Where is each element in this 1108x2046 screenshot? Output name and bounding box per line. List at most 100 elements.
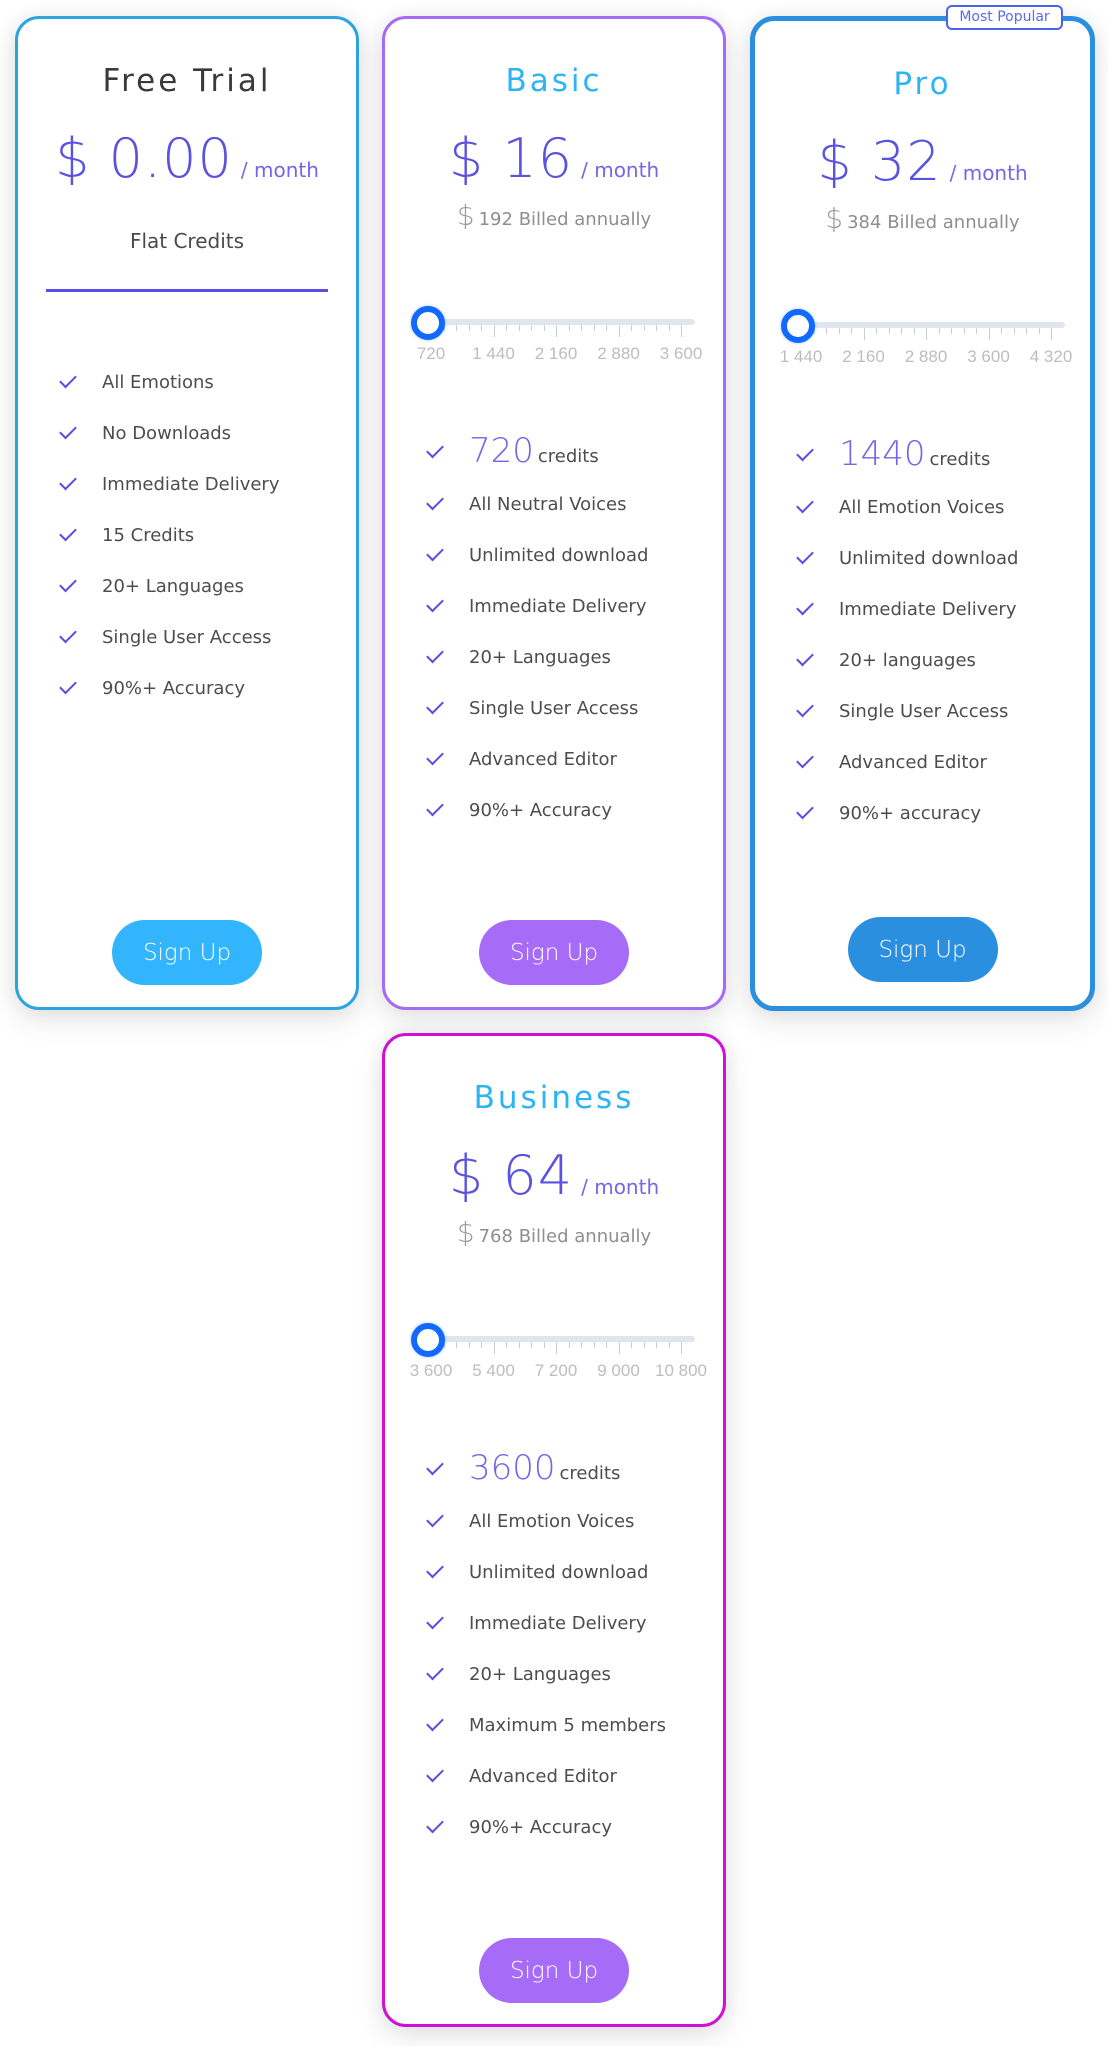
credits-value: 3600 [469,1448,556,1488]
slider-tick [493,325,495,337]
slider-label: 1 440 [779,347,823,366]
slider-tick [976,328,977,334]
slider-tick [681,325,682,337]
price-amount: $ 32 [817,130,942,193]
slider-tick [851,328,852,334]
credits-slider[interactable]: 1 440 2 160 2 880 3 600 4 320 [779,309,1073,379]
slider-tick [493,1342,495,1354]
feature-item: 90%+ accuracy [793,788,1080,839]
plan-card-pro: Pro $ 32 / month $384 Billed annually 1 4… [750,16,1095,1011]
check-icon [796,801,814,820]
sign-up-button[interactable]: Sign Up [847,917,998,982]
billed-annually: $768 Billed annually [456,1216,652,1249]
feature-item: All Emotion Voices [793,482,1080,533]
feature-item: 90%+ Accuracy [423,785,713,836]
feature-item: All Emotion Voices [423,1496,713,1547]
slider-label: 1 440 [472,344,515,363]
feature-item: 20+ Languages [423,632,713,683]
slider-thumb[interactable] [411,306,445,340]
slider-tick [656,1342,657,1348]
sign-up-button[interactable]: Sign Up [479,1938,629,2003]
feature-item: No Downloads [56,408,346,459]
slider-tick [543,325,545,331]
slider-tick [888,328,890,334]
feature-item: 20+ Languages [423,1649,713,1700]
check-icon [426,440,444,459]
check-icon [426,594,444,613]
slider-thumb[interactable] [411,1323,445,1357]
plan-title: Business [473,1080,635,1116]
slider-tick [581,1342,582,1348]
credits-slider[interactable]: 3 600 5 400 7 200 9 000 10 800 [409,1323,707,1393]
feature-item: Unlimited download [793,533,1080,584]
slider-ticks [801,328,1065,342]
slider-label: 2 880 [597,344,640,363]
check-icon [426,747,444,766]
plan-title: Free Trial [102,63,272,99]
slider-tick [618,1342,620,1354]
check-icon [426,1713,444,1732]
slider-tick [593,1342,595,1348]
slider-thumb[interactable] [781,309,815,343]
slider-tick [1051,328,1052,340]
slider-tick [481,325,482,331]
slider-tick [826,328,827,334]
divider [46,289,328,292]
plan-price: $ 16 / month [385,127,723,190]
plan-price: $ 0.00 / month [18,127,356,190]
feature-item: Single User Access [423,683,713,734]
slider-tick [631,325,632,331]
plan-title: Basic [505,63,603,99]
sign-up-button[interactable]: Sign Up [479,920,629,985]
slider-tick [1013,328,1015,334]
feature-item: 20+ languages [793,635,1080,686]
check-icon [426,1560,444,1579]
slider-tick [543,1342,545,1348]
feature-list: All Emotions No Downloads Immediate Deli… [56,357,346,714]
check-icon [426,1815,444,1834]
feature-item: Unlimited download [423,1547,713,1598]
slider-tick [468,1342,470,1348]
feature-item: Single User Access [793,686,1080,737]
slider-tick [581,325,582,331]
feature-item: Single User Access [56,612,346,663]
slider-tick [468,325,470,331]
credits-item: 1440 credits [793,426,1080,482]
slider-tick [606,1342,607,1348]
slider-label: 4 320 [1029,347,1073,366]
slider-tick [606,325,607,331]
slider-tick [481,1342,482,1348]
plan-card-basic: Basic $ 16 / month $192 Billed annually 7… [382,16,726,1010]
feature-item: All Neutral Voices [423,479,713,530]
slider-tick [1038,328,1040,334]
credits-slider[interactable]: 720 1 440 2 160 2 880 3 600 [411,306,703,376]
credits-value: 1440 [839,434,926,474]
slider-tick [643,325,645,331]
price-period: / month [581,158,660,182]
feature-item: 90%+ Accuracy [423,1802,713,1853]
slider-tick [656,325,657,331]
feature-item: Advanced Editor [793,737,1080,788]
check-icon [59,625,77,644]
slider-label: 3 600 [967,347,1010,366]
billed-annually: $384 Billed annually [825,202,1020,235]
feature-item: Immediate Delivery [423,581,713,632]
slider-tick [1001,328,1002,334]
slider-tick [531,325,532,331]
slider-tick [518,1342,520,1348]
feature-list: 1440 credits All Emotion Voices Unlimited… [793,426,1080,839]
slider-label: 3 600 [409,1361,453,1380]
credits-item: 3600 credits [423,1440,713,1496]
credits-value: 720 [469,431,534,471]
slider-label: 2 160 [534,344,578,363]
slider-tick [1026,328,1027,334]
sign-up-button[interactable]: Sign Up [112,920,262,985]
slider-ticks [431,1342,695,1356]
check-icon [796,495,814,514]
check-icon [426,1764,444,1783]
slider-tick [506,1342,507,1348]
price-period: / month [240,158,319,182]
slider-tick [568,1342,570,1348]
price-period: / month [581,1175,660,1199]
slider-tick [863,328,865,340]
